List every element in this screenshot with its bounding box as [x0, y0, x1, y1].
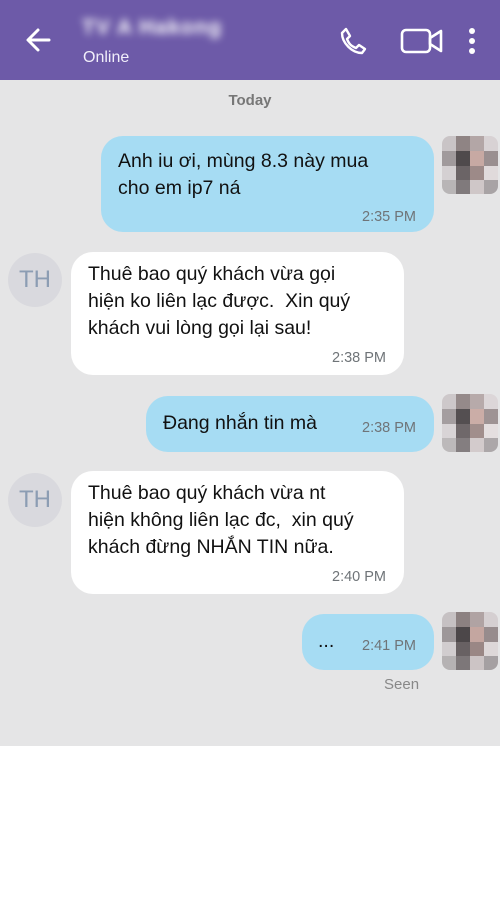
- video-call-button[interactable]: [398, 22, 446, 60]
- chat-area[interactable]: Today Anh iu ơi, mùng 8.3 này mua cho em…: [0, 80, 500, 746]
- message-text: Thuê bao quý khách vừa gọi hiện ko liên …: [88, 263, 351, 339]
- avatar-initials[interactable]: TH: [8, 473, 62, 527]
- call-button[interactable]: [334, 22, 372, 60]
- message-time: 2:41 PM: [362, 638, 416, 654]
- message-time: 2:40 PM: [332, 569, 386, 585]
- avatar-initials[interactable]: TH: [8, 253, 62, 307]
- back-button[interactable]: [22, 24, 54, 56]
- message-bubble-outgoing[interactable]: Đang nhắn tin mà 2:38 PM: [146, 396, 434, 452]
- message-time: 2:38 PM: [332, 350, 386, 366]
- avatar: [442, 612, 498, 670]
- message-text: Đang nhắn tin mà: [163, 412, 317, 434]
- contact-name[interactable]: TV A Hakong: [82, 16, 222, 40]
- more-options-button[interactable]: [458, 22, 486, 60]
- avatar: [442, 136, 498, 194]
- message-text: ...: [318, 630, 335, 652]
- message-text: Thuê bao quý khách vừa nt hiện không liê…: [88, 482, 354, 558]
- message-bubble-outgoing[interactable]: Anh iu ơi, mùng 8.3 này mua cho em ip7 n…: [101, 136, 434, 232]
- chat-header: TV A Hakong Online: [0, 0, 500, 80]
- phone-icon: [340, 27, 367, 55]
- message-text: Anh iu ơi, mùng 8.3 này mua cho em ip7 n…: [118, 150, 369, 199]
- more-vertical-icon: [469, 28, 475, 54]
- video-camera-icon: [400, 28, 443, 54]
- message-bubble-outgoing[interactable]: ... 2:41 PM: [302, 614, 434, 670]
- message-bubble-incoming[interactable]: Thuê bao quý khách vừa gọi hiện ko liên …: [71, 252, 404, 375]
- contact-status: Online: [83, 49, 130, 66]
- arrow-left-icon: [26, 28, 51, 52]
- avatar: [442, 394, 498, 452]
- message-time: 2:35 PM: [362, 209, 416, 225]
- seen-indicator: Seen: [384, 676, 420, 693]
- date-separator: Today: [228, 92, 272, 109]
- message-bubble-incoming[interactable]: Thuê bao quý khách vừa nt hiện không liê…: [71, 471, 404, 594]
- message-time: 2:38 PM: [362, 420, 416, 436]
